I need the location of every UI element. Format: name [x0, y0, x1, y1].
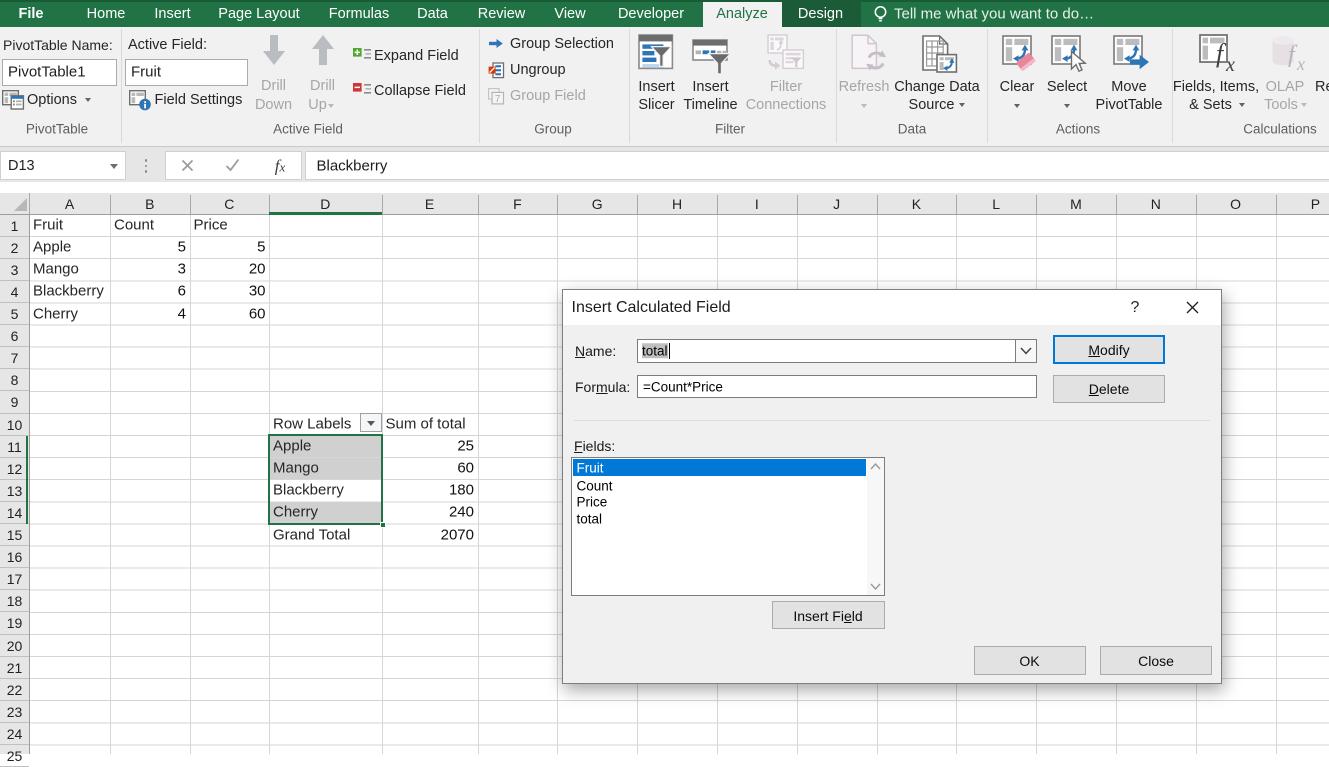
svg-text:7: 7 — [495, 94, 501, 105]
svg-text:x: x — [1296, 54, 1305, 74]
svg-text:x: x — [1225, 54, 1235, 76]
